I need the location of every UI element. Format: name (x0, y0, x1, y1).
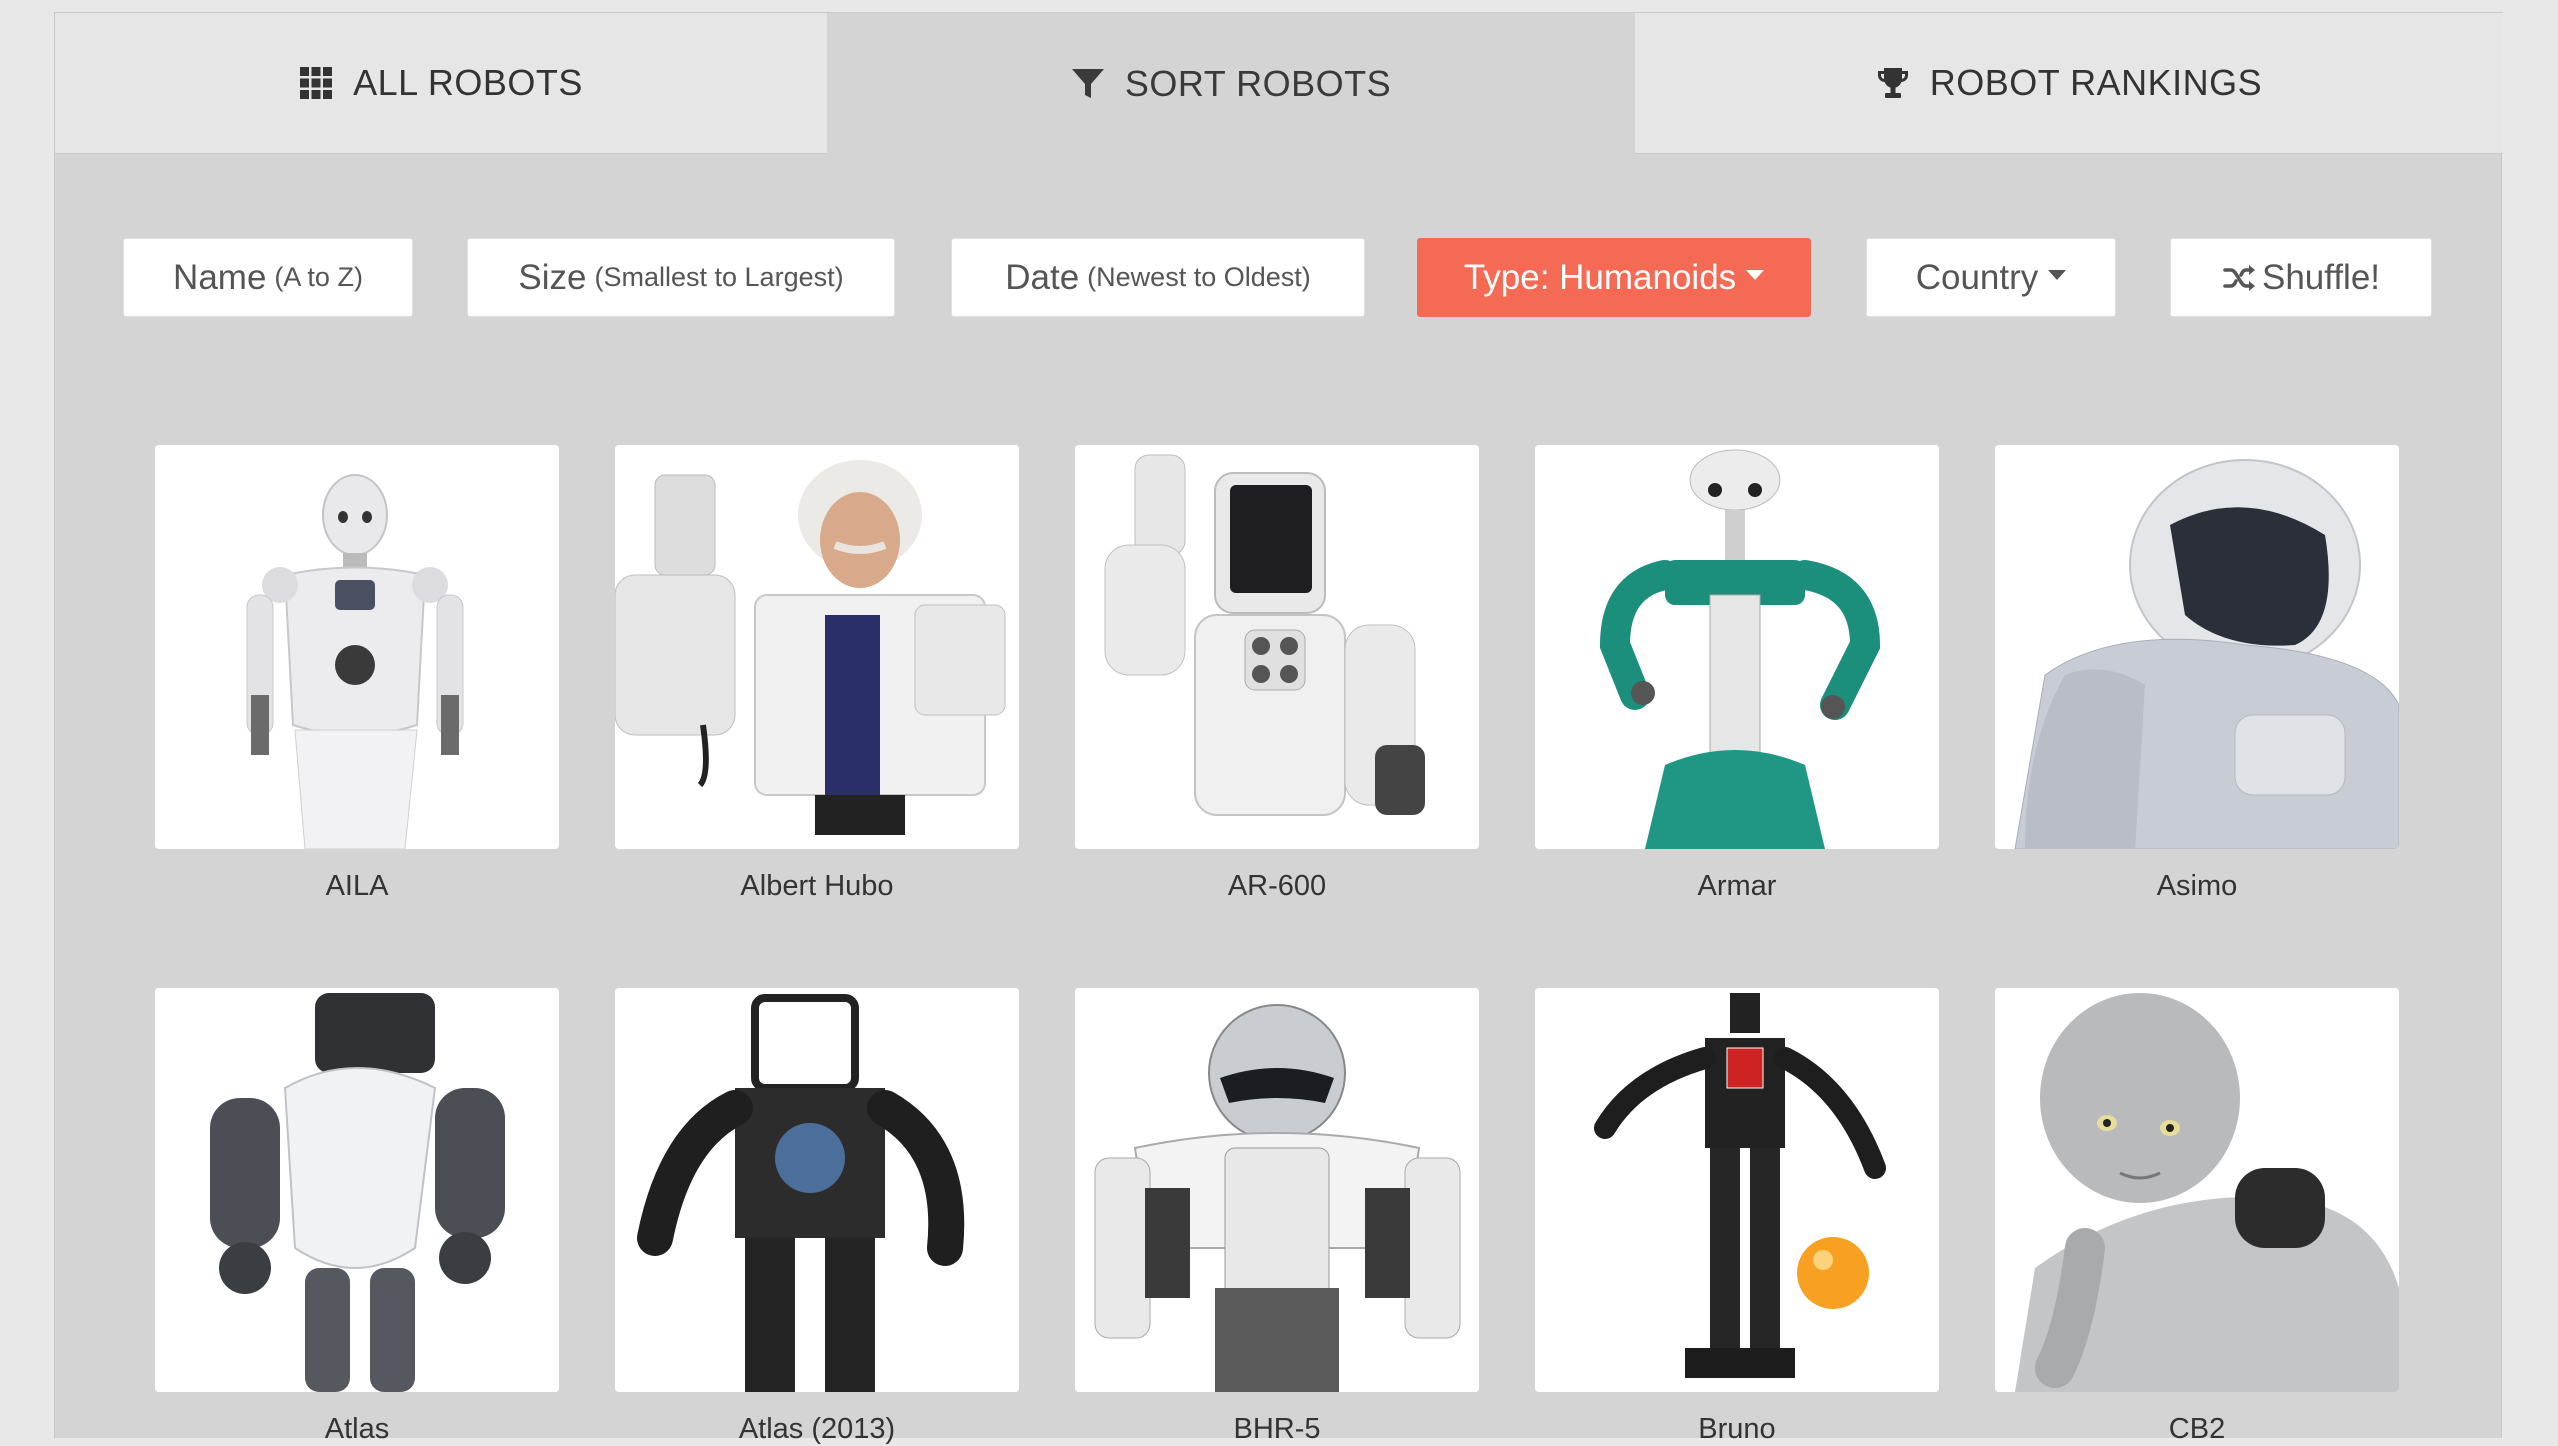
robot-image (1535, 445, 1939, 849)
shuffle-button[interactable]: Shuffle! (2170, 238, 2432, 317)
trophy-icon (1876, 66, 1910, 100)
sort-date-label: Date (1005, 257, 1080, 297)
sort-size-button[interactable]: Size (Smallest to Largest) (467, 238, 895, 317)
sort-size-sub: (Smallest to Largest) (594, 262, 844, 292)
robot-image (1995, 988, 2399, 1392)
caret-down-icon (2048, 269, 2067, 280)
country-filter-dropdown[interactable]: Country (1866, 238, 2116, 317)
sort-name-sub: (A to Z) (274, 262, 363, 292)
robot-image (155, 445, 559, 849)
robot-name: CB2 (2168, 1413, 2226, 1445)
tab-robot-rankings[interactable]: ROBOT RANKINGS (1635, 12, 2503, 154)
tab-bar: ALL ROBOTS SORT ROBOTS ROBOT RANKINGS (55, 12, 2503, 154)
tab-robot-rankings-label: ROBOT RANKINGS (1929, 62, 2263, 103)
robot-card-aila[interactable] (155, 445, 559, 849)
robot-name: Armar (1697, 870, 1777, 902)
filter-icon (1071, 67, 1105, 101)
robot-card-asimo[interactable] (1995, 445, 2399, 849)
robot-image (1995, 445, 2399, 849)
robot-name: Asimo (2156, 870, 2238, 902)
robot-name: Bruno (1698, 1413, 1776, 1445)
robot-card-bruno[interactable] (1535, 988, 1939, 1392)
tab-sort-robots-label: SORT ROBOTS (1124, 62, 1392, 104)
robots-app: ALL ROBOTS SORT ROBOTS ROBOT RANKINGS Na… (54, 12, 2503, 1445)
type-filter-label: Type: Humanoids (1463, 257, 1737, 297)
type-filter-dropdown[interactable]: Type: Humanoids (1417, 238, 1811, 317)
robot-card-atlas-2013[interactable] (615, 988, 1019, 1392)
robot-card-armar[interactable] (1535, 445, 1939, 849)
grid-icon (299, 66, 333, 100)
robot-image (1075, 445, 1479, 849)
sort-name-label: Name (173, 257, 267, 297)
robot-image (615, 445, 1019, 849)
robot-image (155, 988, 559, 1392)
robot-name: AR-600 (1227, 870, 1327, 902)
sort-size-label: Size (518, 257, 587, 297)
sort-name-button[interactable]: Name (A to Z) (123, 238, 413, 317)
tab-sort-robots[interactable]: SORT ROBOTS (827, 12, 1635, 154)
robot-name: Atlas (2013) (738, 1413, 896, 1445)
caret-down-icon (1746, 269, 1765, 280)
robot-card-atlas[interactable] (155, 988, 559, 1392)
robot-name: Atlas (324, 1413, 390, 1445)
shuffle-label: Shuffle! (2261, 257, 2381, 297)
robot-image (615, 988, 1019, 1392)
robot-card-bhr-5[interactable] (1075, 988, 1479, 1392)
tab-all-robots[interactable]: ALL ROBOTS (55, 12, 827, 154)
robot-card-cb2[interactable] (1995, 988, 2399, 1392)
sort-date-button[interactable]: Date (Newest to Oldest) (951, 238, 1365, 317)
tab-all-robots-label: ALL ROBOTS (353, 62, 583, 103)
robot-card-albert-hubo[interactable] (615, 445, 1019, 849)
robot-card-ar-600[interactable] (1075, 445, 1479, 849)
robot-name: BHR-5 (1233, 1413, 1321, 1445)
robot-name: AILA (325, 870, 389, 902)
country-filter-label: Country (1915, 257, 2039, 297)
robot-image (1075, 988, 1479, 1392)
robot-name: Albert Hubo (740, 870, 894, 902)
shuffle-icon (2223, 264, 2255, 291)
robot-image (1535, 988, 1939, 1392)
sort-date-sub: (Newest to Oldest) (1087, 262, 1311, 292)
